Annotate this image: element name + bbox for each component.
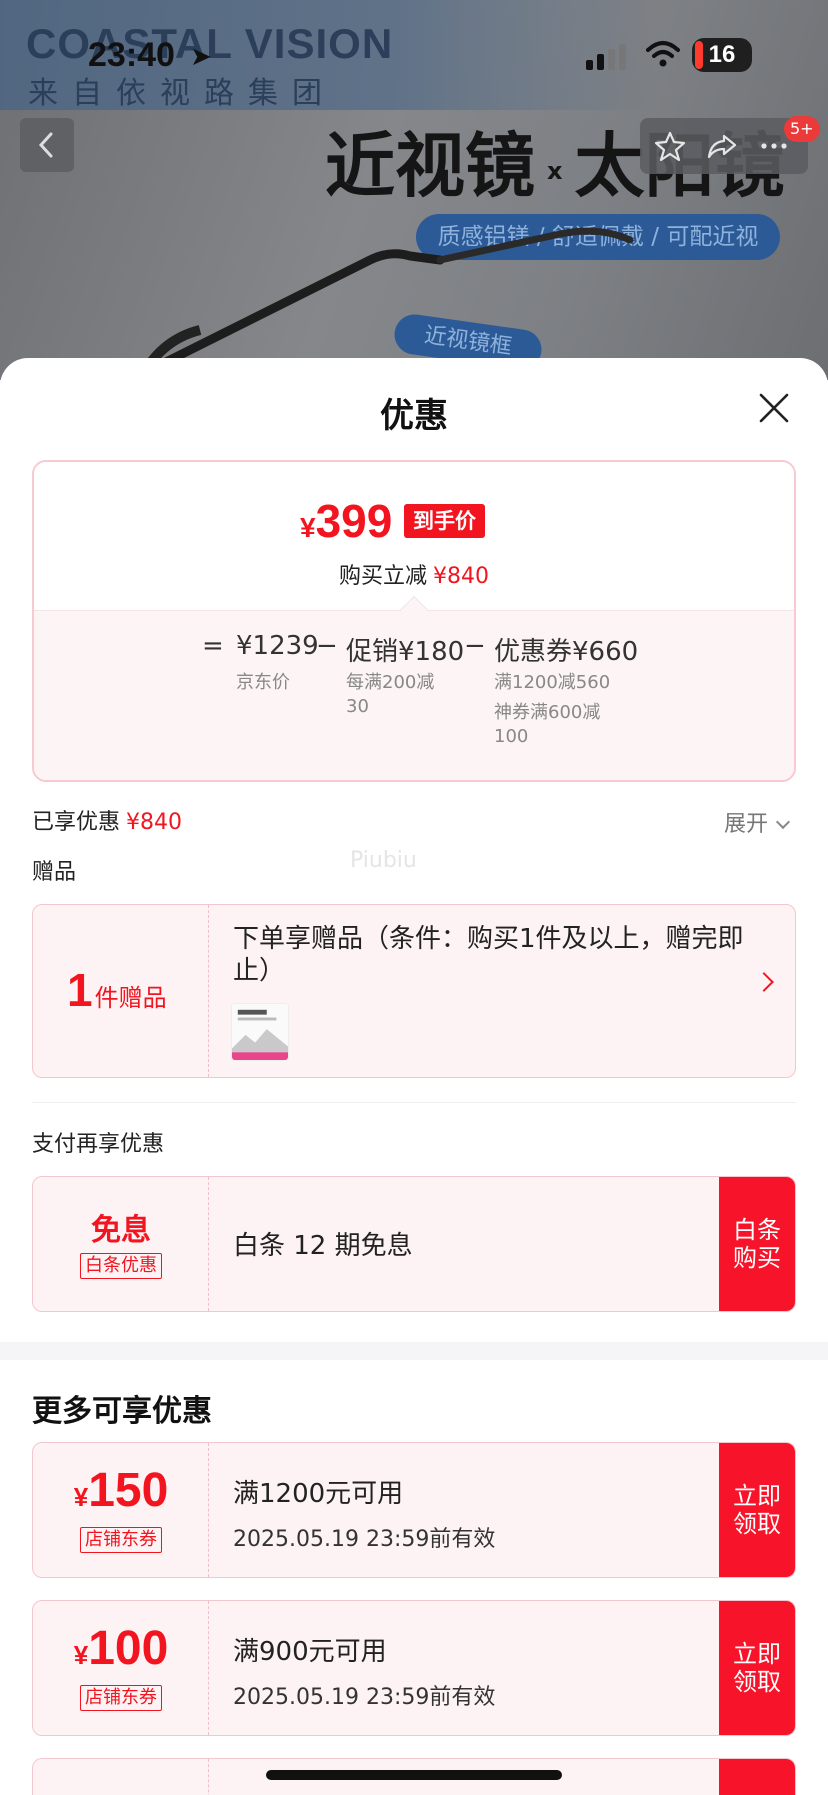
coupon-2-amount: ¥100 [33,1621,209,1676]
gift-section-title: 赠品 [32,860,77,885]
coupon-2-currency: ¥ [73,1640,89,1670]
final-price: ¥399 [300,494,392,548]
enjoyed-value: ¥840 [126,810,183,835]
gift-count: 1件赠品 [67,963,167,1017]
installment-left: 免息 白条优惠 [33,1177,209,1311]
gift-count-panel: 1件赠品 [33,905,209,1077]
formula-minus-2: − [464,631,486,661]
final-price-tag: 到手价 [404,504,485,538]
battery-percent: 16 [708,41,736,68]
gift-count-unit: 件赠品 [94,984,167,1012]
glasses-image [140,227,634,380]
coupon-3-claim-button[interactable] [719,1759,795,1795]
reduce-label: 购买立减 [338,564,427,589]
chevron-down-icon [775,814,791,830]
coupon-2-tag: 店铺东券 [80,1685,162,1711]
enjoyed-row: 已享优惠 ¥840 [32,804,182,836]
price-breakdown-card: ¥399 到手价 购买立减 ¥840 = ¥1239 京东价 − 促销¥180 每… [32,460,796,782]
status-bar: 23:40 ➤ 16 [0,0,828,110]
promo-note-1: 每满200减 [346,672,435,693]
promo-note-2: 30 [346,696,369,717]
hero-x: x [547,156,563,185]
gift-thumbnail [231,1003,289,1061]
installment-buy-label: 白条购买 [733,1216,781,1272]
price-summary: ¥399 到手价 购买立减 ¥840 [34,462,794,610]
share-icon[interactable] [706,130,738,162]
hero-left: 近视镜 [325,125,535,207]
coupon-2-condition: 满900元可用 [233,1637,387,1667]
store-coupon-1: ¥150 店铺东券 满1200元可用 2025.05.19 23:59前有效 立… [32,1442,796,1578]
coupon-1-left: ¥150 店铺东券 [33,1443,209,1577]
coupon-3-left [33,1759,209,1795]
installment-tag-wrap: 白条优惠 [33,1253,209,1279]
close-icon[interactable] [756,390,792,426]
section-gap [0,1342,828,1360]
enjoyed-label: 已享优惠 [32,810,121,835]
coupon-1-condition: 满1200元可用 [233,1479,404,1509]
jd-price-label: 京东价 [236,672,290,693]
battery-icon: 16 [692,38,752,72]
coupon-2-expiry: 2025.05.19 23:59前有效 [233,1685,496,1710]
expand-button[interactable]: 展开 [724,806,791,838]
more-offers-title: 更多可享优惠 [32,1394,212,1429]
final-price-currency: ¥ [300,512,316,543]
installment-coupon: 免息 白条优惠 白条 12 期免息 白条购买 [32,1176,796,1312]
status-time: 23:40 [88,36,175,74]
coupon-1-value: 150 [88,1464,169,1517]
pay-section-title: 支付再享优惠 [32,1132,165,1157]
coupon-2-claim-label: 立即领取 [733,1640,781,1696]
chevron-left-icon [38,132,53,158]
watermark: Piubiu [350,848,417,873]
coupon-1-tag: 店铺东券 [80,1527,162,1553]
coupon-note-3: 100 [494,726,529,747]
chevron-right-icon [754,972,774,992]
jd-price: ¥1239 [236,631,319,661]
coupon-2-left: ¥100 店铺东券 [33,1601,209,1735]
sheet-title: 优惠 [380,396,448,436]
back-button[interactable] [20,118,74,172]
coupon-1-claim-label: 立即领取 [733,1482,781,1538]
price-formula: = ¥1239 京东价 − 促销¥180 每满200减 30 − 优惠券¥660… [34,610,794,780]
gift-count-number: 1 [67,964,93,1016]
installment-title: 免息 [91,1213,151,1248]
reduce-line: 购买立减 ¥840 [34,558,794,590]
expand-label: 展开 [724,812,769,837]
location-arrow-icon: ➤ [190,42,212,72]
divider [32,1102,796,1103]
coupon-1-amount: ¥150 [33,1463,209,1518]
installment-tag: 白条优惠 [80,1253,162,1279]
home-indicator [266,1770,562,1780]
coupon-2-tag-wrap: 店铺东券 [33,1685,209,1711]
wifi-icon [646,41,680,67]
coupon-2-claim-button[interactable]: 立即领取 [719,1601,795,1735]
store-coupon-2: ¥100 店铺东券 满900元可用 2025.05.19 23:59前有效 立即… [32,1600,796,1736]
discount-sheet: 优惠 ¥399 到手价 购买立减 ¥840 = ¥1239 京东价 − 促销¥18… [0,358,828,1795]
final-price-value: 399 [315,495,393,547]
coupon-1-currency: ¥ [73,1482,89,1512]
coupon-note-2: 神券满600减 [494,702,601,723]
coupon-note-1: 满1200减560 [494,672,611,693]
star-icon[interactable] [654,130,686,162]
installment-text: 白条 12 期免息 [233,1231,413,1261]
gift-card[interactable]: 1件赠品 下单享赠品（条件：购买1件及以上，赠完即止） [32,904,796,1078]
coupon-1-expiry: 2025.05.19 23:59前有效 [233,1527,496,1552]
coupon-1-tag-wrap: 店铺东券 [33,1527,209,1553]
nav-actions [640,118,808,174]
formula-equals: = [202,631,224,661]
coupon-amount: 优惠券¥660 [494,637,639,667]
reduce-value: ¥840 [433,564,489,589]
message-badge: 5+ [784,116,820,142]
gift-description: 下单享赠品（条件：购买1件及以上，赠完即止） [233,924,744,986]
cellular-signal-icon [586,44,626,70]
coupon-1-claim-button[interactable]: 立即领取 [719,1443,795,1577]
installment-buy-button[interactable]: 白条购买 [719,1177,795,1311]
promo-amount: 促销¥180 [346,637,465,667]
coupon-2-value: 100 [88,1622,169,1675]
formula-minus-1: − [316,631,338,661]
